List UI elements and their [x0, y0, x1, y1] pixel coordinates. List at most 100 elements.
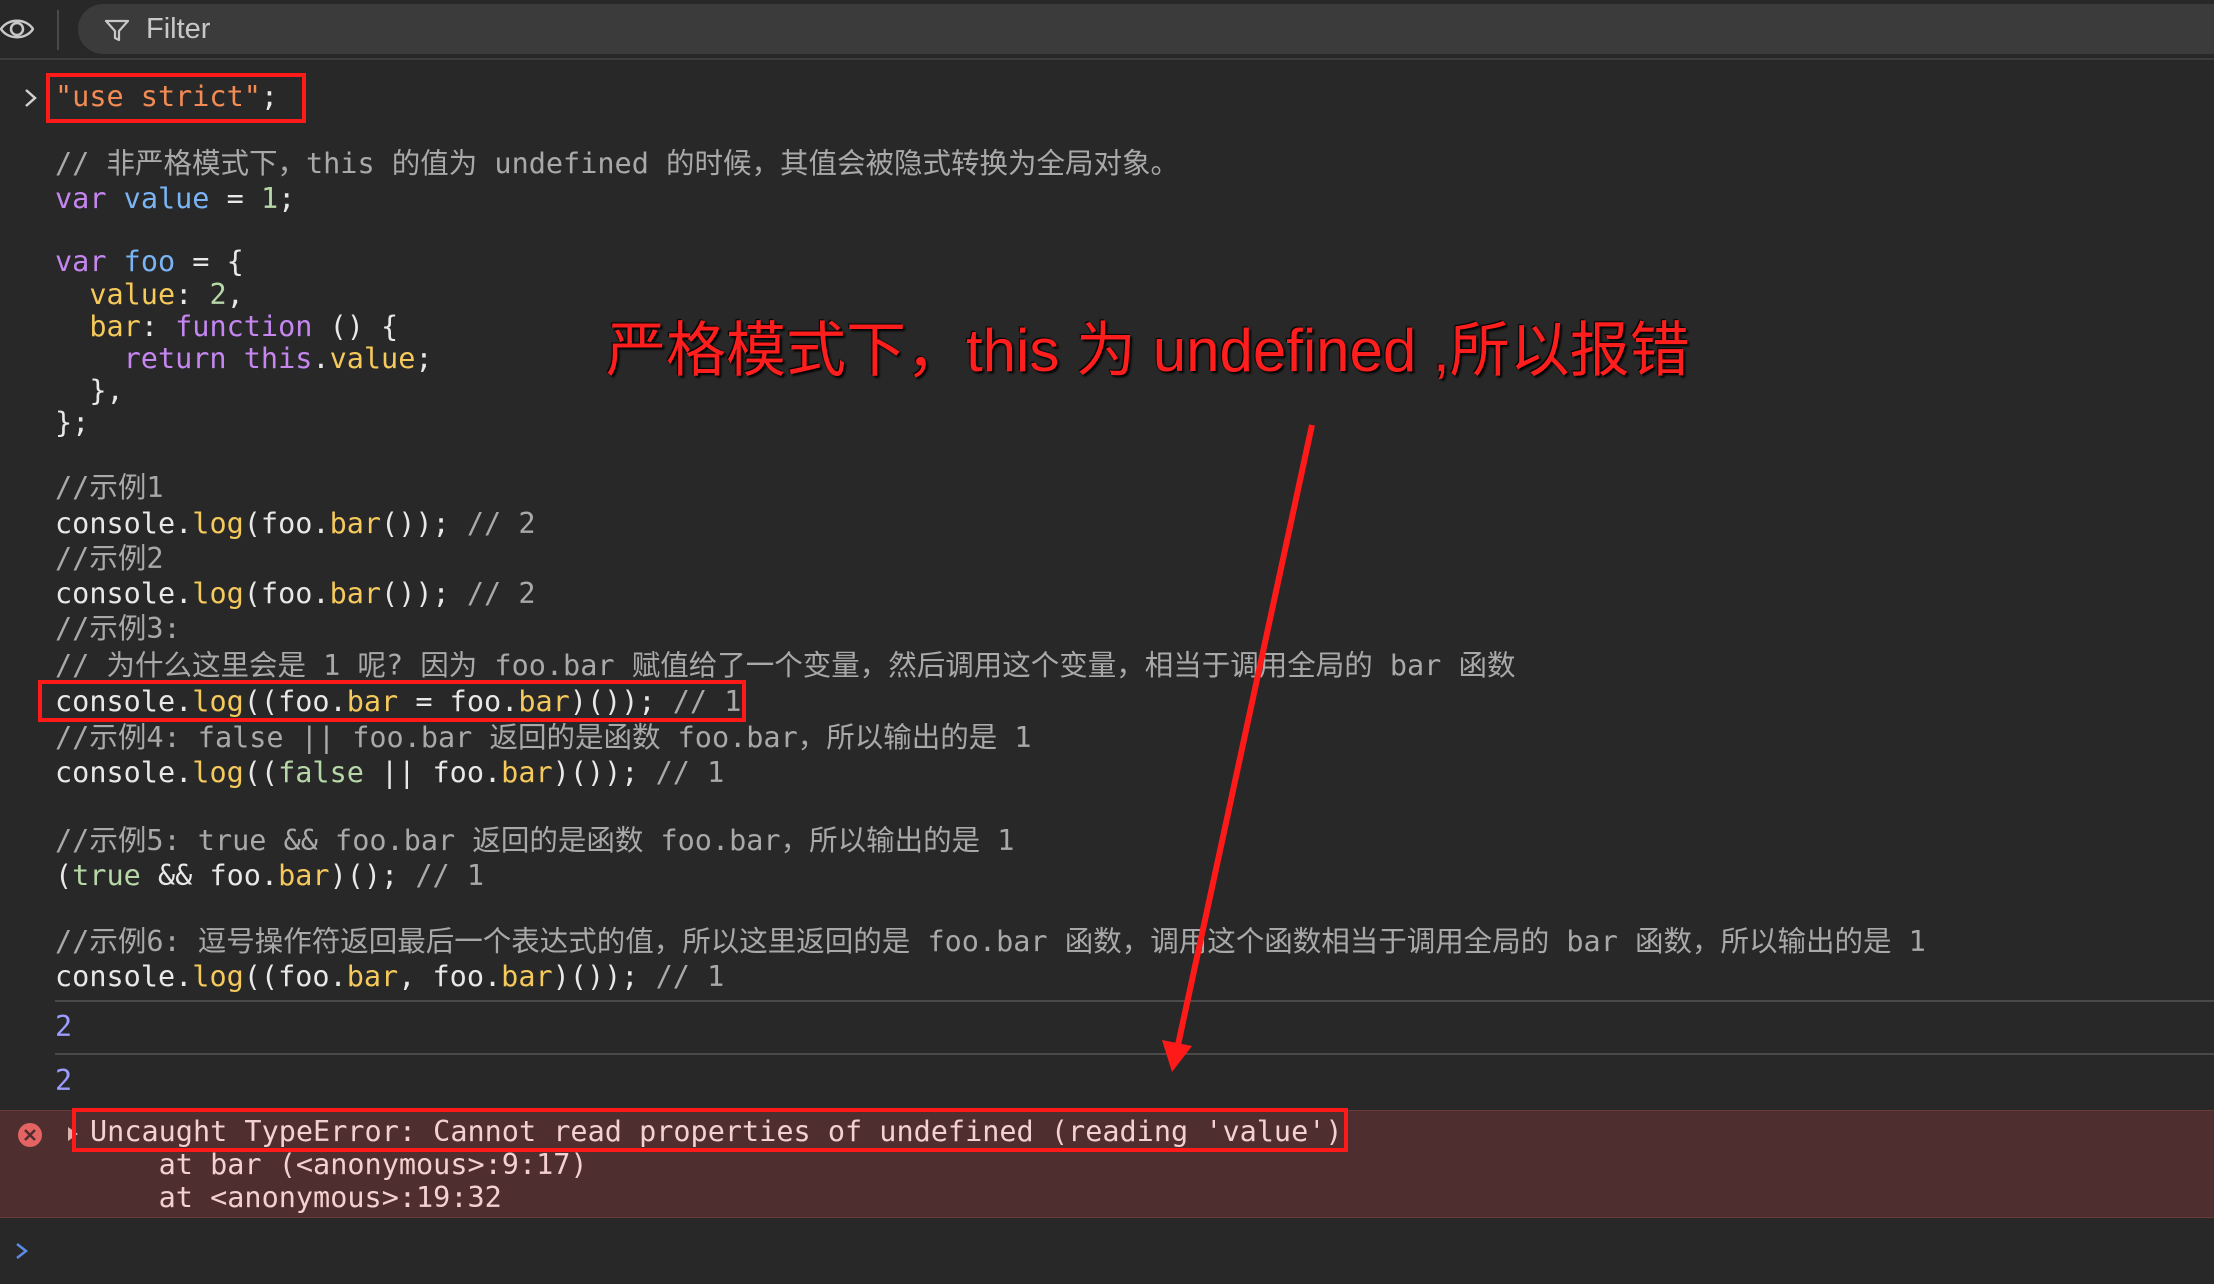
code-token: ;	[415, 342, 433, 375]
log-output-1: 2	[55, 1010, 73, 1043]
code-token: },	[55, 374, 124, 407]
code-line: //示例3:	[55, 611, 181, 647]
code-line: console.log(foo.bar()); // 2	[55, 506, 535, 542]
code-token: console.	[55, 756, 193, 789]
output-divider	[55, 1000, 2214, 1002]
code-token: 1	[260, 182, 279, 215]
code-token: log	[192, 960, 244, 993]
code-token: var	[55, 245, 107, 278]
code-token: log	[192, 507, 244, 540]
code-token: ((foo.	[243, 960, 347, 993]
code-token: log	[192, 756, 244, 789]
code-token: bar	[329, 577, 382, 610]
code-token: value	[329, 342, 416, 375]
code-token: =	[209, 182, 261, 215]
code-line: console.log((foo.bar, foo.bar)()); // 1	[55, 959, 724, 995]
code-token: function	[175, 310, 313, 343]
code-token: bar	[278, 859, 330, 892]
code-line: console.log(foo.bar()); // 2	[55, 576, 535, 612]
code-token: ());	[381, 507, 467, 540]
code-token: false	[278, 756, 364, 789]
code-token: (foo.	[243, 507, 330, 540]
code-line: bar: function () {	[55, 309, 398, 345]
code-token: this	[243, 342, 313, 375]
code-line: };	[55, 405, 89, 441]
error-icon	[16, 1121, 44, 1149]
code-line: //示例6: 逗号操作符返回最后一个表达式的值，所以这里返回的是 foo.bar…	[55, 924, 1926, 960]
code-line: var value = 1;	[55, 181, 295, 217]
code-token: = {	[175, 245, 244, 278]
code-token: // 1	[655, 960, 725, 993]
code-token: () {	[312, 310, 399, 343]
code-token: console.	[55, 507, 193, 540]
console-prompt-icon[interactable]	[14, 1240, 30, 1262]
code-line: },	[55, 373, 124, 409]
code-line: var foo = {	[55, 244, 244, 280]
code-token: bar	[346, 960, 399, 993]
code-token: )());	[552, 756, 656, 789]
code-token: , foo.	[398, 960, 502, 993]
error-stack-line: at <anonymous>:19:32	[90, 1181, 502, 1214]
code-line: return this.value;	[55, 341, 433, 377]
code-line: //示例1	[55, 470, 163, 506]
code-line: value: 2,	[55, 277, 244, 313]
code-token: //示例2	[55, 542, 164, 575]
code-token: foo	[123, 245, 176, 278]
code-token: console.	[55, 960, 193, 993]
code-token: && foo.	[140, 859, 279, 892]
code-token: log	[192, 577, 244, 610]
code-line: // 为什么这里会是 1 呢? 因为 foo.bar 赋值给了一个变量，然后调用…	[55, 648, 1516, 684]
code-line: //示例5: true && foo.bar 返回的是函数 foo.bar，所以…	[55, 823, 1014, 859]
code-token: bar	[501, 960, 553, 993]
console-input-code: "use strict";// 非严格模式下，this 的值为 undefine…	[0, 0, 2214, 1000]
code-token: // 1	[415, 859, 485, 892]
code-token: //示例6: 逗号操作符返回最后一个表达式的值，所以这里返回的是 foo.bar…	[55, 925, 1926, 958]
code-token: console.	[55, 577, 193, 610]
code-line: (true && foo.bar)(); // 1	[55, 858, 484, 894]
code-token: //示例3:	[55, 612, 181, 645]
code-line: //示例4: false || foo.bar 返回的是函数 foo.bar，所…	[55, 720, 1032, 756]
code-token: // 2	[466, 577, 536, 610]
code-token: ());	[381, 577, 467, 610]
code-token: value	[123, 182, 210, 215]
code-token: || foo.	[363, 756, 502, 789]
code-token: :	[175, 278, 210, 311]
code-line: console.log((false || foo.bar)()); // 1	[55, 755, 724, 791]
output-divider	[55, 1053, 2214, 1055]
code-token: };	[55, 406, 90, 439]
code-token: bar	[89, 310, 141, 343]
code-token: // 为什么这里会是 1 呢? 因为 foo.bar 赋值给了一个变量，然后调用…	[55, 649, 1516, 682]
highlight-box-use-strict	[46, 73, 306, 123]
code-token: value	[89, 278, 176, 311]
code-token: :	[140, 310, 176, 343]
highlight-box-error	[72, 1108, 1348, 1152]
code-token: //示例1	[55, 471, 164, 504]
code-token: // 非严格模式下，this 的值为 undefined 的时候，其值会被隐式转…	[55, 147, 1180, 180]
code-token: //示例5: true && foo.bar 返回的是函数 foo.bar，所以…	[55, 824, 1015, 857]
code-token: bar	[329, 507, 382, 540]
code-token: ,	[226, 278, 244, 311]
code-token: ;	[278, 182, 296, 215]
code-token: bar	[501, 756, 553, 789]
code-token: // 2	[466, 507, 536, 540]
code-token: //示例4: false || foo.bar 返回的是函数 foo.bar，所…	[55, 721, 1032, 754]
code-token: (foo.	[243, 577, 330, 610]
code-line: //示例2	[55, 541, 163, 577]
code-token: ((	[243, 756, 279, 789]
highlight-box-example3	[38, 680, 746, 722]
code-token: var	[55, 182, 107, 215]
code-token: true	[72, 859, 141, 892]
code-token: // 1	[655, 756, 725, 789]
code-token: (	[55, 859, 73, 892]
code-line: // 非严格模式下，this 的值为 undefined 的时候，其值会被隐式转…	[55, 146, 1179, 182]
log-output-2: 2	[55, 1064, 73, 1097]
code-token: return	[123, 342, 227, 375]
code-token: )());	[552, 960, 656, 993]
code-token: )();	[329, 859, 416, 892]
